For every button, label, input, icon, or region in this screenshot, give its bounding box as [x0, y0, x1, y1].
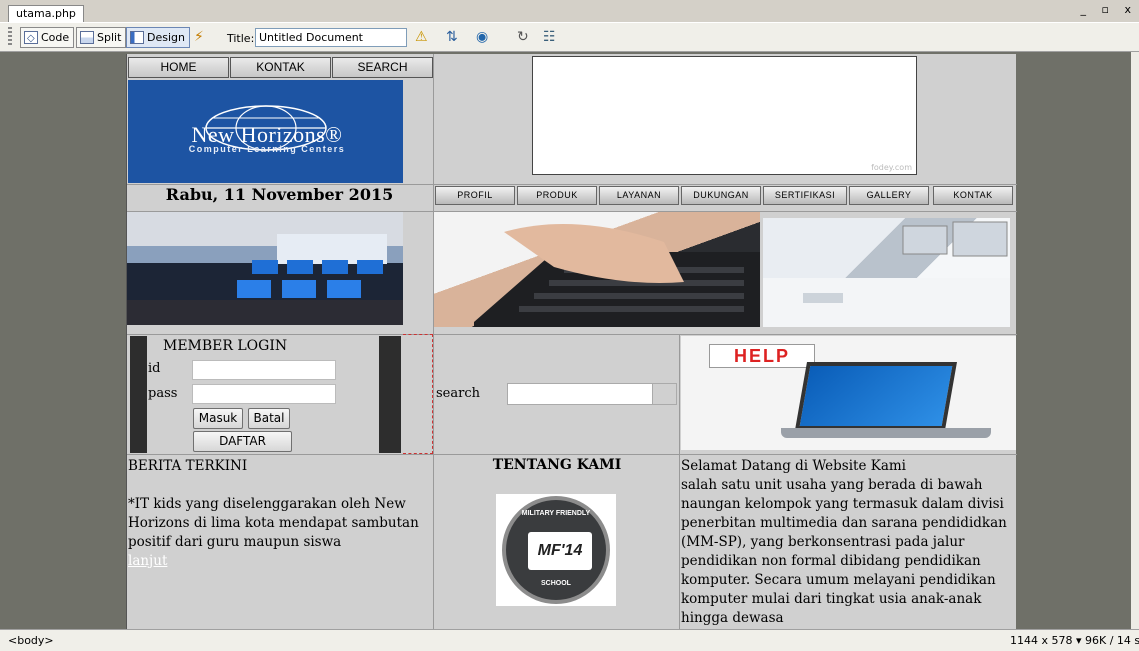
status-bar: <body> 1144 x 578 ▾ 96K / 14 sec [0, 629, 1139, 651]
tentang-title: TENTANG KAMI [492, 457, 622, 473]
design-view-label: Design [147, 31, 185, 44]
search-label: search [436, 386, 480, 401]
military-friendly-badge: MILITARY FRIENDLY MF'14 SCHOOL [496, 494, 616, 606]
menu-profil-button[interactable]: PROFIL [435, 186, 515, 205]
window-controls[interactable]: _ ▫ x [1081, 3, 1137, 16]
menu-produk-button[interactable]: PRODUK [517, 186, 597, 205]
keyboard-graphic [474, 224, 760, 327]
title-input[interactable] [255, 28, 407, 47]
login-left-bar [130, 336, 147, 453]
nav-kontak-button[interactable]: KONTAK [230, 57, 331, 78]
preview-browser-icon[interactable]: ◉ [476, 29, 488, 45]
laptop-screen [795, 362, 957, 430]
split-view-button[interactable]: Split [76, 27, 127, 48]
row-divider [127, 334, 1017, 335]
login-right-bar [379, 336, 401, 453]
computer-lab-graphic [127, 234, 403, 325]
row-divider [127, 454, 1017, 455]
berita-title: BERITA TERKINI [128, 458, 248, 474]
design-view-button[interactable]: Design [126, 27, 190, 48]
berita-body: *IT kids yang diselenggarakan oleh New H… [128, 496, 419, 550]
design-view-icon [130, 31, 144, 44]
document-tab[interactable]: utama.php [8, 5, 84, 22]
new-horizons-logo: New Horizons® Computer Learning Centers [128, 80, 403, 183]
masuk-button[interactable]: Masuk [193, 408, 243, 429]
id-input[interactable] [192, 360, 336, 380]
badge-top-text: MILITARY FRIENDLY [521, 510, 591, 517]
document-toolbar: Code Split Design ⚡ Title: ⚠ ⇅ ◉ ↻ ☷ [0, 22, 1139, 52]
search-input[interactable] [507, 383, 653, 405]
live-view-icon[interactable]: ⚡ [194, 29, 204, 45]
batal-button[interactable]: Batal [248, 408, 290, 429]
current-date: Rabu, 11 November 2015 [165, 185, 394, 204]
welcome-body: salah satu unit usaha yang berada di baw… [681, 477, 1007, 626]
monitors-row-photo [763, 218, 1010, 327]
page-layout-table: HOME KONTAK SEARCH New Horizons® Compute… [126, 54, 1017, 629]
help-illustration: HELP [681, 336, 1016, 450]
badge-bottom-text: SCHOOL [541, 580, 571, 587]
search-cell-end [653, 383, 677, 405]
vertical-scrollbar[interactable] [1131, 52, 1139, 629]
column-divider [679, 334, 680, 629]
badge-center: MF'14 [528, 532, 592, 570]
daftar-button[interactable]: DAFTAR [193, 431, 292, 452]
split-view-icon [80, 31, 94, 44]
menu-kontak-button[interactable]: KONTAK [933, 186, 1013, 205]
welcome-title: Selamat Datang di Website Kami [681, 458, 907, 474]
nav-home-button[interactable]: HOME [128, 57, 229, 78]
view-options-icon[interactable]: ☷ [543, 29, 556, 45]
split-view-label: Split [97, 31, 122, 44]
computer-lab-photo [127, 212, 403, 325]
tag-selector[interactable]: <body> [8, 634, 54, 647]
nav-search-button[interactable]: SEARCH [332, 57, 433, 78]
lanjut-link[interactable]: lanjut [128, 552, 167, 571]
menu-gallery-button[interactable]: GALLERY [849, 186, 929, 205]
file-management-icon[interactable]: ⇅ [446, 29, 458, 45]
toolbar-grip[interactable] [8, 27, 12, 47]
column-divider [433, 54, 434, 629]
validate-icon[interactable]: ⚠ [415, 29, 428, 45]
window-size-status[interactable]: 1144 x 578 ▾ 96K / 14 sec [1010, 634, 1139, 647]
help-sign: HELP [709, 344, 815, 368]
banner-credit: fodey.com [871, 163, 912, 172]
pass-label: pass [148, 386, 178, 401]
menu-sertifikasi-button[interactable]: SERTIFIKASI [763, 186, 847, 205]
pass-input[interactable] [192, 384, 336, 404]
refresh-icon[interactable]: ↻ [517, 29, 529, 45]
selected-cell-outline [403, 334, 433, 454]
menu-dukungan-button[interactable]: DUKUNGAN [681, 186, 761, 205]
login-title: MEMBER LOGIN [163, 338, 288, 354]
laptop-base [781, 428, 991, 438]
badge-ring: MILITARY FRIENDLY MF'14 SCHOOL [502, 496, 610, 604]
keyboard-typing-photo [434, 212, 760, 327]
id-label: id [148, 361, 161, 376]
design-canvas: HOME KONTAK SEARCH New Horizons® Compute… [0, 52, 1131, 629]
code-view-icon [24, 29, 38, 48]
monitors-graphic [763, 221, 1010, 327]
menu-layanan-button[interactable]: LAYANAN [599, 186, 679, 205]
member-login-form: MEMBER LOGIN id pass Masuk Batal DAFTAR [130, 336, 401, 453]
code-view-label: Code [41, 31, 70, 44]
title-label: Title: [227, 32, 255, 45]
logo-tagline: Computer Learning Centers [188, 144, 346, 154]
code-view-button[interactable]: Code [20, 27, 75, 48]
document-tab-bar: utama.php _ ▫ x [0, 0, 1139, 22]
banner-placeholder: fodey.com [532, 56, 917, 175]
